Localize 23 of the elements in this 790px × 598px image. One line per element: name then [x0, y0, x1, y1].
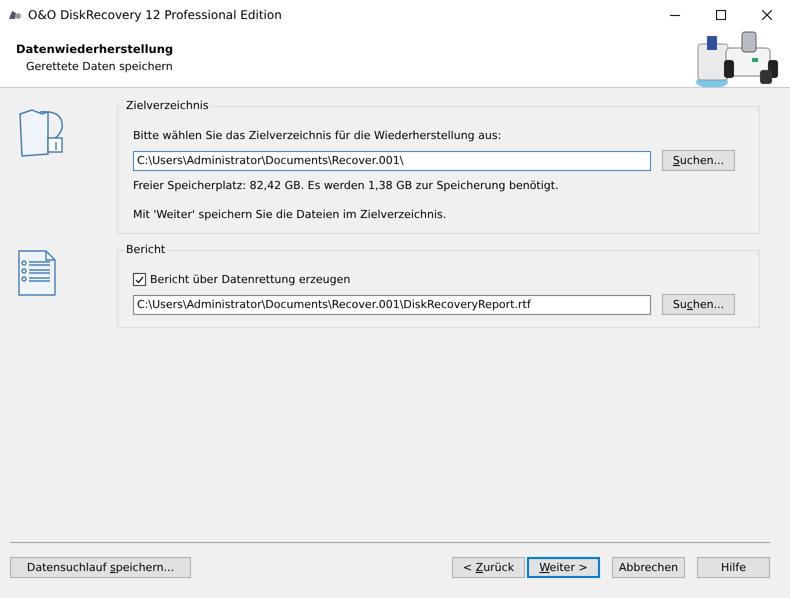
window-title: O&O DiskRecovery 12 Professional Edition	[28, 8, 283, 22]
wizard-button[interactable]: < Zurück	[452, 557, 525, 578]
wizard-button[interactable]: Weiter >	[527, 557, 600, 578]
save-scan-button[interactable]: Datensuchlauf speichern...	[10, 557, 191, 578]
browse-button[interactable]: Suchen...	[662, 150, 735, 171]
page-title: Datenwiederherstellung	[16, 42, 174, 56]
prompt-text: Bitte wählen Sie das Zielverzeichnis für die Wiederherstellung aus:	[133, 129, 502, 142]
close-icon	[762, 10, 772, 20]
info-text: Freier Speicherplatz: 82,42 GB. Es werden 1,38 GB zur Speicherung benötigt.	[133, 179, 560, 192]
checkbox-label[interactable]: Bericht über Datenrettung erzeugen	[150, 273, 350, 286]
app-icon	[8, 9, 22, 21]
document-icon	[18, 250, 56, 296]
group-title: Zielverzeichnis	[124, 99, 211, 112]
info-text: Mit 'Weiter' speichern Sie die Dateien im Zielverzeichnis.	[133, 208, 448, 221]
checkbox[interactable]	[133, 273, 146, 286]
group-title: Bericht	[124, 243, 168, 256]
maximize-icon	[716, 10, 726, 20]
wizard-button[interactable]: Hilfe	[697, 557, 770, 578]
wizard-button[interactable]: Abbrechen	[612, 557, 685, 578]
browse-button[interactable]: Suchen...	[662, 294, 735, 315]
page-subtitle: Gerettete Daten speichern	[25, 60, 174, 73]
path-field[interactable]: C:\Users\Administrator\Documents\Recover.001\DiskRecoveryReport.rtf	[133, 294, 651, 314]
path-field[interactable]: C:\Users\Administrator\Documents\Recover.001\	[133, 150, 651, 170]
